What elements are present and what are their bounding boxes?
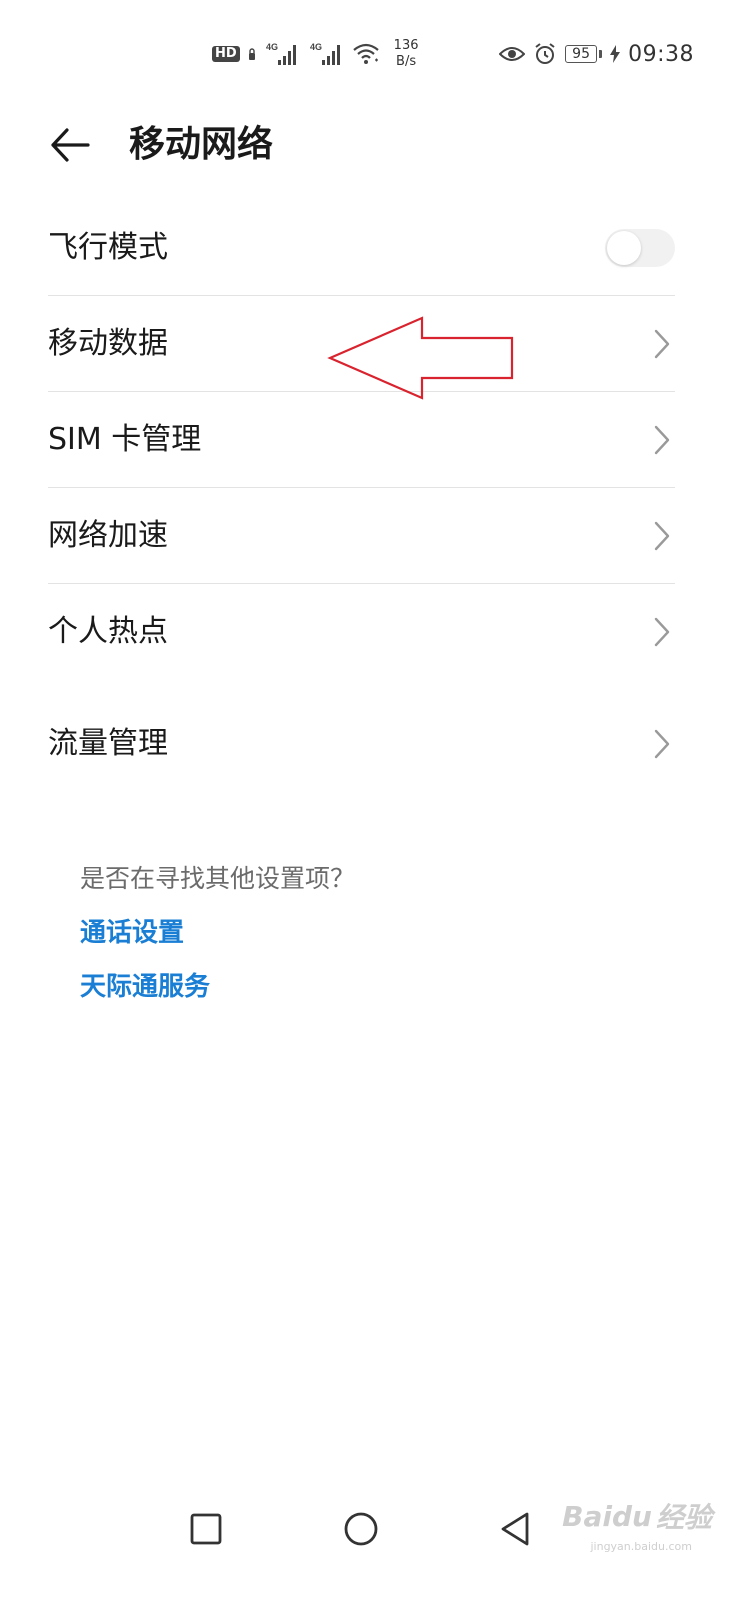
status-right: 95 09:38 [499,38,694,70]
network-acceleration-row[interactable]: 网络加速 [48,488,675,584]
chevron-right-icon [654,521,670,551]
group-gap [48,680,675,696]
chevron-right-icon [654,729,670,759]
net-speed-unit: B/s [396,54,417,69]
header: 移动网络 [0,110,738,180]
back-button[interactable] [44,122,96,168]
triangle-back-icon [501,1512,529,1546]
chevron-right-icon [654,329,670,359]
4g-signal-icon: 4G [310,42,340,65]
row-label: 飞行模式 [48,230,168,265]
svg-text:4G: 4G [266,42,278,52]
4g-signal-icon: 4G [266,42,296,65]
recent-apps-button[interactable] [181,1504,231,1554]
circle-home-icon [344,1512,378,1546]
data-usage-row[interactable]: 流量管理 [48,696,675,792]
eye-icon [499,47,526,61]
watermark-url: jingyan.baidu.com [590,1540,692,1553]
svg-text:4G: 4G [310,42,322,52]
home-button[interactable] [336,1504,386,1554]
battery-level: 95 [565,45,598,63]
settings-list: 飞行模式 移动数据 SIM 卡管理 网络加速 个人热点 流量管理 [48,200,675,792]
arrow-left-icon [51,128,90,162]
row-label: 流量管理 [48,726,168,761]
call-settings-link[interactable]: 通话设置 [80,914,680,952]
sim-management-row[interactable]: SIM 卡管理 [48,392,675,488]
alarm-icon [535,43,555,64]
hd-icon: HD [212,46,240,62]
suggestions: 是否在寻找其他设置项？ 通话设置 天际通服务 [80,860,680,1022]
battery-icon: 95 [565,45,603,63]
net-speed: 136 B/s [394,38,419,70]
square-recent-icon [190,1513,222,1545]
baidu-watermark: Baidu 经验 [562,1496,712,1536]
battery-tip [599,50,603,58]
toggle-knob [607,231,641,265]
row-label: 移动数据 [48,326,168,361]
watermark-suffix: 经验 [655,1501,712,1534]
airplane-mode-row[interactable]: 飞行模式 [48,200,675,296]
wifi-icon [352,43,379,64]
row-label: 网络加速 [48,518,168,553]
net-speed-value: 136 [393,38,419,53]
airplane-mode-toggle[interactable] [605,229,675,267]
annotation-arrow-icon [327,316,514,400]
chevron-right-icon [654,425,670,455]
row-label: SIM 卡管理 [48,422,202,457]
personal-hotspot-row[interactable]: 个人热点 [48,584,675,680]
chevron-right-icon [654,617,670,647]
skytone-service-link[interactable]: 天际通服务 [80,968,680,1006]
status-bar: HD 4G 4G 136 B/s 95 09:38 [0,0,738,100]
row-label: 个人热点 [48,614,168,649]
system-back-button[interactable] [490,1504,540,1554]
clock: 09:38 [628,41,694,67]
page-title: 移动网络 [129,124,274,165]
lock-icon [248,48,255,60]
suggestion-question: 是否在寻找其他设置项？ [80,864,356,893]
charging-icon [610,45,621,63]
watermark-brand: Baidu [562,1499,652,1533]
status-left: HD 4G 4G 136 B/s [212,36,419,72]
